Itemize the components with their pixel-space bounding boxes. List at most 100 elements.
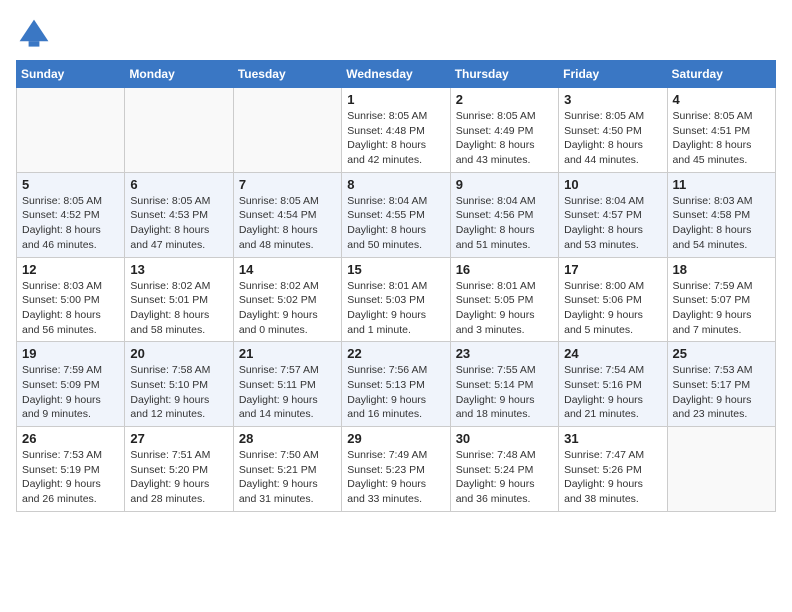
calendar-cell: 21 Sunrise: 7:57 AM Sunset: 5:11 PM Dayli… (233, 342, 341, 427)
logo (16, 16, 56, 52)
calendar-cell: 25Sunrise: 7:53 AM Sunset: 5:17 PM Dayli… (667, 342, 775, 427)
day-info: Sunrise: 7:59 AM Sunset: 5:07 PM Dayligh… (673, 279, 770, 338)
day-number: 26 (22, 431, 119, 446)
day-info: Sunrise: 8:05 AM Sunset: 4:54 PM Dayligh… (239, 194, 336, 253)
day-number: 4 (673, 92, 770, 107)
calendar-cell: 23Sunrise: 7:55 AM Sunset: 5:14 PM Dayli… (450, 342, 558, 427)
calendar-cell: 4 Sunrise: 8:05 AM Sunset: 4:51 PM Daylig… (667, 88, 775, 173)
weekday-header-friday: Friday (559, 61, 667, 88)
calendar-cell: 14Sunrise: 8:02 AM Sunset: 5:02 PM Dayli… (233, 257, 341, 342)
calendar-table: SundayMondayTuesdayWednesdayThursdayFrid… (16, 60, 776, 512)
day-info: Sunrise: 7:54 AM Sunset: 5:16 PM Dayligh… (564, 363, 661, 422)
calendar-cell: 24 Sunrise: 7:54 AM Sunset: 5:16 PM Dayli… (559, 342, 667, 427)
calendar-cell: 13Sunrise: 8:02 AM Sunset: 5:01 PM Dayli… (125, 257, 233, 342)
day-number: 31 (564, 431, 661, 446)
calendar-cell: 18 Sunrise: 7:59 AM Sunset: 5:07 PM Dayli… (667, 257, 775, 342)
calendar-cell: 27 Sunrise: 7:51 AM Sunset: 5:20 PM Dayli… (125, 427, 233, 512)
day-info: Sunrise: 8:03 AM Sunset: 5:00 PM Dayligh… (22, 279, 119, 338)
day-number: 30 (456, 431, 553, 446)
day-info: Sunrise: 7:48 AM Sunset: 5:24 PM Dayligh… (456, 448, 553, 507)
day-info: Sunrise: 7:49 AM Sunset: 5:23 PM Dayligh… (347, 448, 444, 507)
day-number: 9 (456, 177, 553, 192)
day-number: 22 (347, 346, 444, 361)
day-number: 16 (456, 262, 553, 277)
page-header (16, 16, 776, 52)
calendar-cell: 11 Sunrise: 8:03 AM Sunset: 4:58 PM Dayli… (667, 172, 775, 257)
calendar-cell: 26Sunrise: 7:53 AM Sunset: 5:19 PM Dayli… (17, 427, 125, 512)
day-number: 24 (564, 346, 661, 361)
day-number: 7 (239, 177, 336, 192)
day-number: 12 (22, 262, 119, 277)
weekday-header-thursday: Thursday (450, 61, 558, 88)
calendar-week-1: 1Sunrise: 8:05 AM Sunset: 4:48 PM Daylig… (17, 88, 776, 173)
day-number: 21 (239, 346, 336, 361)
calendar-cell: 29 Sunrise: 7:49 AM Sunset: 5:23 PM Dayli… (342, 427, 450, 512)
day-number: 15 (347, 262, 444, 277)
calendar-cell: 22 Sunrise: 7:56 AM Sunset: 5:13 PM Dayli… (342, 342, 450, 427)
day-number: 3 (564, 92, 661, 107)
day-info: Sunrise: 8:01 AM Sunset: 5:03 PM Dayligh… (347, 279, 444, 338)
day-number: 5 (22, 177, 119, 192)
day-info: Sunrise: 8:00 AM Sunset: 5:06 PM Dayligh… (564, 279, 661, 338)
calendar-cell (233, 88, 341, 173)
weekday-header-saturday: Saturday (667, 61, 775, 88)
day-number: 29 (347, 431, 444, 446)
day-number: 20 (130, 346, 227, 361)
calendar-week-3: 12 Sunrise: 8:03 AM Sunset: 5:00 PM Dayli… (17, 257, 776, 342)
calendar-cell: 30 Sunrise: 7:48 AM Sunset: 5:24 PM Dayli… (450, 427, 558, 512)
day-number: 19 (22, 346, 119, 361)
day-number: 18 (673, 262, 770, 277)
weekday-row: SundayMondayTuesdayWednesdayThursdayFrid… (17, 61, 776, 88)
calendar-cell (17, 88, 125, 173)
day-info: Sunrise: 8:05 AM Sunset: 4:49 PM Dayligh… (456, 109, 553, 168)
day-info: Sunrise: 8:04 AM Sunset: 4:56 PM Dayligh… (456, 194, 553, 253)
day-number: 14 (239, 262, 336, 277)
calendar-cell: 28Sunrise: 7:50 AM Sunset: 5:21 PM Dayli… (233, 427, 341, 512)
calendar-cell: 17 Sunrise: 8:00 AM Sunset: 5:06 PM Dayli… (559, 257, 667, 342)
calendar-body: 1Sunrise: 8:05 AM Sunset: 4:48 PM Daylig… (17, 88, 776, 512)
weekday-header-tuesday: Tuesday (233, 61, 341, 88)
calendar-cell (667, 427, 775, 512)
calendar-cell (125, 88, 233, 173)
day-info: Sunrise: 7:51 AM Sunset: 5:20 PM Dayligh… (130, 448, 227, 507)
calendar-cell: 16 Sunrise: 8:01 AM Sunset: 5:05 PM Dayli… (450, 257, 558, 342)
day-info: Sunrise: 7:59 AM Sunset: 5:09 PM Dayligh… (22, 363, 119, 422)
logo-icon (16, 16, 52, 52)
calendar-header: SundayMondayTuesdayWednesdayThursdayFrid… (17, 61, 776, 88)
calendar-cell: 31 Sunrise: 7:47 AM Sunset: 5:26 PM Dayli… (559, 427, 667, 512)
day-info: Sunrise: 7:53 AM Sunset: 5:17 PM Dayligh… (673, 363, 770, 422)
calendar-cell: 6Sunrise: 8:05 AM Sunset: 4:53 PM Daylig… (125, 172, 233, 257)
day-info: Sunrise: 7:56 AM Sunset: 5:13 PM Dayligh… (347, 363, 444, 422)
calendar-cell: 9 Sunrise: 8:04 AM Sunset: 4:56 PM Daylig… (450, 172, 558, 257)
calendar-cell: 2 Sunrise: 8:05 AM Sunset: 4:49 PM Daylig… (450, 88, 558, 173)
day-info: Sunrise: 8:05 AM Sunset: 4:52 PM Dayligh… (22, 194, 119, 253)
day-number: 6 (130, 177, 227, 192)
day-info: Sunrise: 8:02 AM Sunset: 5:01 PM Dayligh… (130, 279, 227, 338)
calendar-cell: 10 Sunrise: 8:04 AM Sunset: 4:57 PM Dayli… (559, 172, 667, 257)
day-info: Sunrise: 8:04 AM Sunset: 4:55 PM Dayligh… (347, 194, 444, 253)
day-info: Sunrise: 8:03 AM Sunset: 4:58 PM Dayligh… (673, 194, 770, 253)
calendar-cell: 19 Sunrise: 7:59 AM Sunset: 5:09 PM Dayli… (17, 342, 125, 427)
calendar-cell: 3 Sunrise: 8:05 AM Sunset: 4:50 PM Daylig… (559, 88, 667, 173)
day-info: Sunrise: 8:04 AM Sunset: 4:57 PM Dayligh… (564, 194, 661, 253)
calendar-week-5: 26Sunrise: 7:53 AM Sunset: 5:19 PM Dayli… (17, 427, 776, 512)
weekday-header-sunday: Sunday (17, 61, 125, 88)
day-number: 10 (564, 177, 661, 192)
day-number: 27 (130, 431, 227, 446)
day-info: Sunrise: 8:01 AM Sunset: 5:05 PM Dayligh… (456, 279, 553, 338)
day-info: Sunrise: 8:05 AM Sunset: 4:48 PM Dayligh… (347, 109, 444, 168)
day-number: 2 (456, 92, 553, 107)
day-number: 28 (239, 431, 336, 446)
day-info: Sunrise: 8:05 AM Sunset: 4:51 PM Dayligh… (673, 109, 770, 168)
day-info: Sunrise: 8:05 AM Sunset: 4:50 PM Dayligh… (564, 109, 661, 168)
calendar-cell: 8 Sunrise: 8:04 AM Sunset: 4:55 PM Daylig… (342, 172, 450, 257)
day-number: 8 (347, 177, 444, 192)
day-number: 11 (673, 177, 770, 192)
day-info: Sunrise: 7:57 AM Sunset: 5:11 PM Dayligh… (239, 363, 336, 422)
day-info: Sunrise: 7:47 AM Sunset: 5:26 PM Dayligh… (564, 448, 661, 507)
day-info: Sunrise: 7:58 AM Sunset: 5:10 PM Dayligh… (130, 363, 227, 422)
calendar-week-4: 19 Sunrise: 7:59 AM Sunset: 5:09 PM Dayli… (17, 342, 776, 427)
day-number: 17 (564, 262, 661, 277)
day-info: Sunrise: 7:55 AM Sunset: 5:14 PM Dayligh… (456, 363, 553, 422)
calendar-cell: 20 Sunrise: 7:58 AM Sunset: 5:10 PM Dayli… (125, 342, 233, 427)
